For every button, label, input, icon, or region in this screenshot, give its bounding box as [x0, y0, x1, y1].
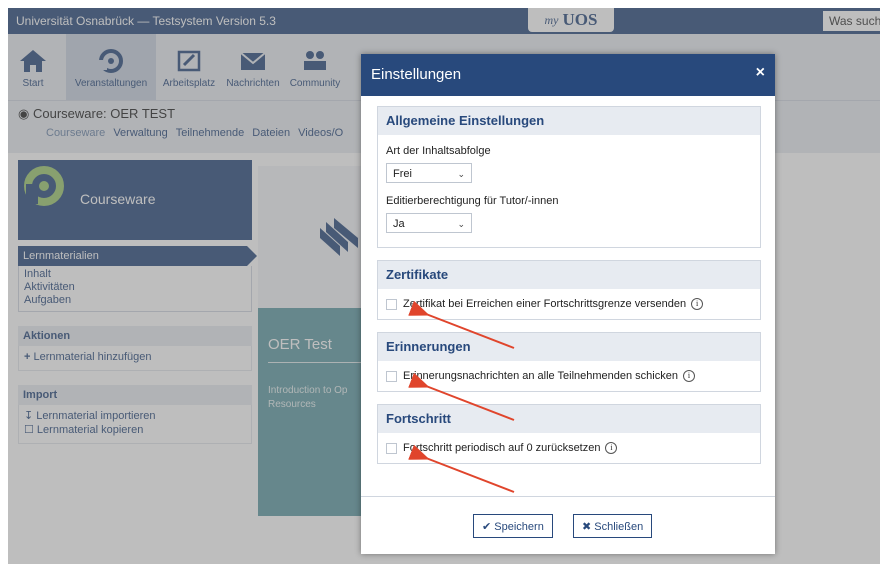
- annotation-arrows: [408, 300, 515, 493]
- annotation-arrow: [408, 372, 515, 421]
- page: Universität Osnabrück — Testsystem Versi…: [8, 8, 880, 564]
- annotation-arrow: [408, 300, 515, 349]
- annotation-arrow: [408, 444, 515, 493]
